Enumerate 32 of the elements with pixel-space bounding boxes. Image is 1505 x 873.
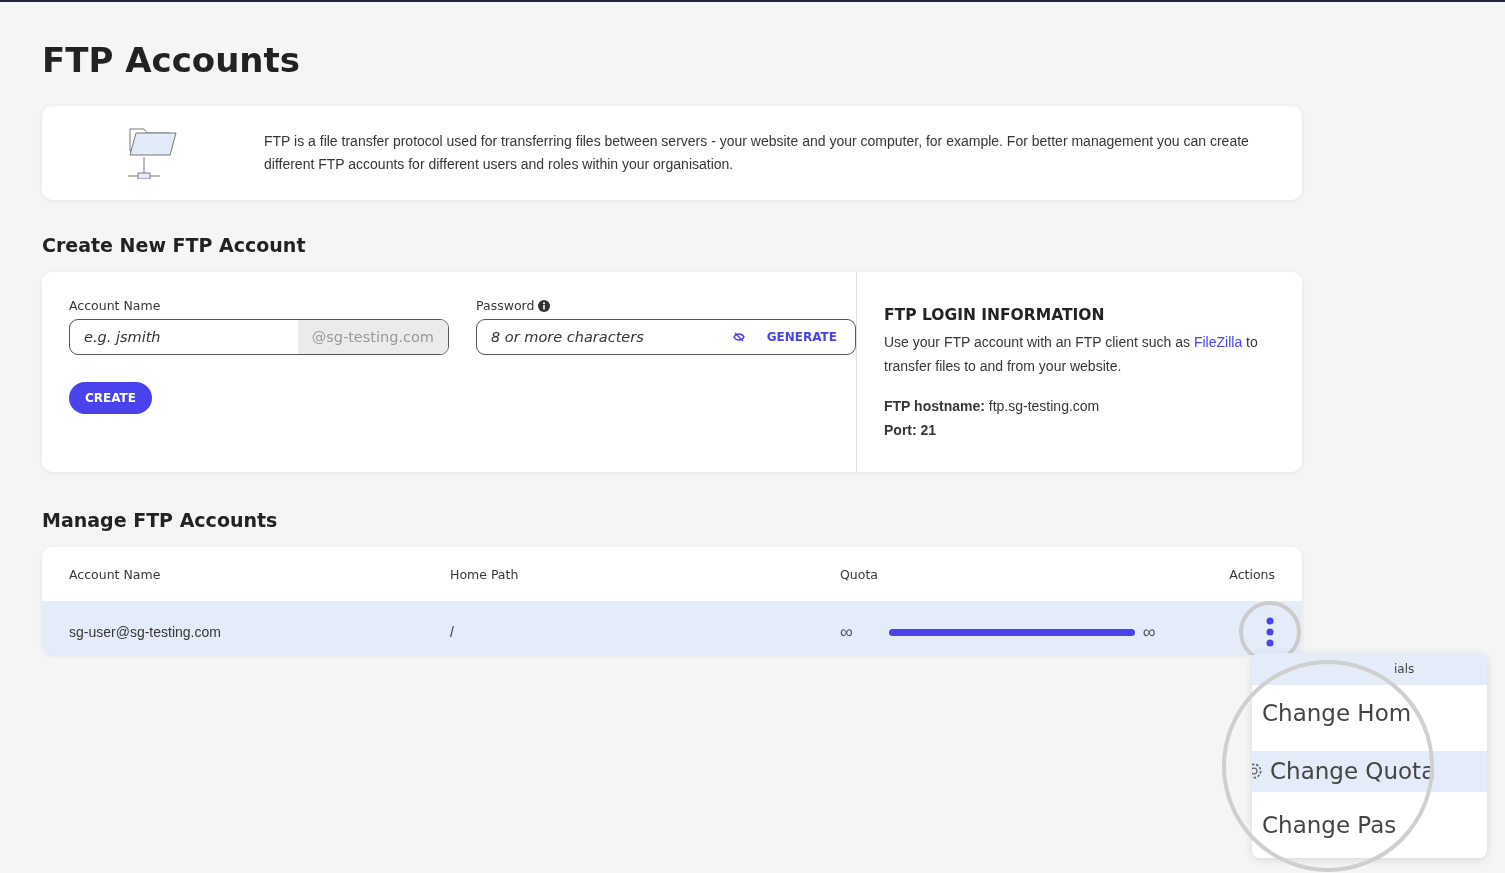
quota-total: ∞ <box>1142 621 1156 643</box>
column-header: Quota <box>840 566 879 582</box>
field-label: Account Name <box>69 298 162 313</box>
table-cell-text: sg-user@sg-testing.com <box>69 624 222 640</box>
hide-password-icon[interactable] <box>732 332 745 342</box>
page-title: FTP Accounts <box>42 40 302 80</box>
filezilla-link[interactable]: FileZilla <box>1193 334 1243 350</box>
generate-button[interactable]: GENERATE <box>744 330 855 344</box>
menu-item[interactable]: Change Pas <box>1252 792 1487 858</box>
info-icon <box>538 299 551 312</box>
folder-network-icon <box>128 127 178 179</box>
port-text: Port: 21 <box>884 421 938 440</box>
hostname-text: FTP hostname: ftp.sg-testing.com <box>884 397 1101 416</box>
section-heading: Manage FTP Accounts <box>42 509 279 531</box>
table-row[interactable]: sg-user@sg-testing.com / ∞ ∞ <box>42 601 1302 655</box>
field-label: Password <box>476 298 535 313</box>
menu-item[interactable]: Change Hom <box>1252 685 1487 741</box>
column-header: Home Path <box>450 566 520 582</box>
column-header: Account Name <box>69 566 162 582</box>
login-info-text: Use your FTP account with an FTP client such as FileZilla to transfer files to and from your website. <box>884 333 1259 376</box>
column-header: Actions <box>1228 566 1275 582</box>
more-actions-button[interactable] <box>1238 601 1301 655</box>
password-field[interactable]: 8 or more characters GENERATE <box>476 319 856 355</box>
quota-used: ∞ <box>840 621 853 643</box>
domain-suffix: @sg-testing.com <box>297 320 448 354</box>
create-button[interactable]: CREATE <box>69 382 152 414</box>
intro-text: FTP is a file transfer protocol used for transferring files between servers - your website and your computer, for example. For better management you can create different FTP accounts for different users and roles within your organisation. <box>264 132 1250 174</box>
table-cell-text: / <box>450 624 455 640</box>
login-info-heading: FTP LOGIN INFORMATION <box>884 306 1106 324</box>
section-heading: Create New FTP Account <box>42 234 307 256</box>
menu-item[interactable]: ials <box>1252 653 1487 686</box>
more-icon <box>1265 616 1274 648</box>
